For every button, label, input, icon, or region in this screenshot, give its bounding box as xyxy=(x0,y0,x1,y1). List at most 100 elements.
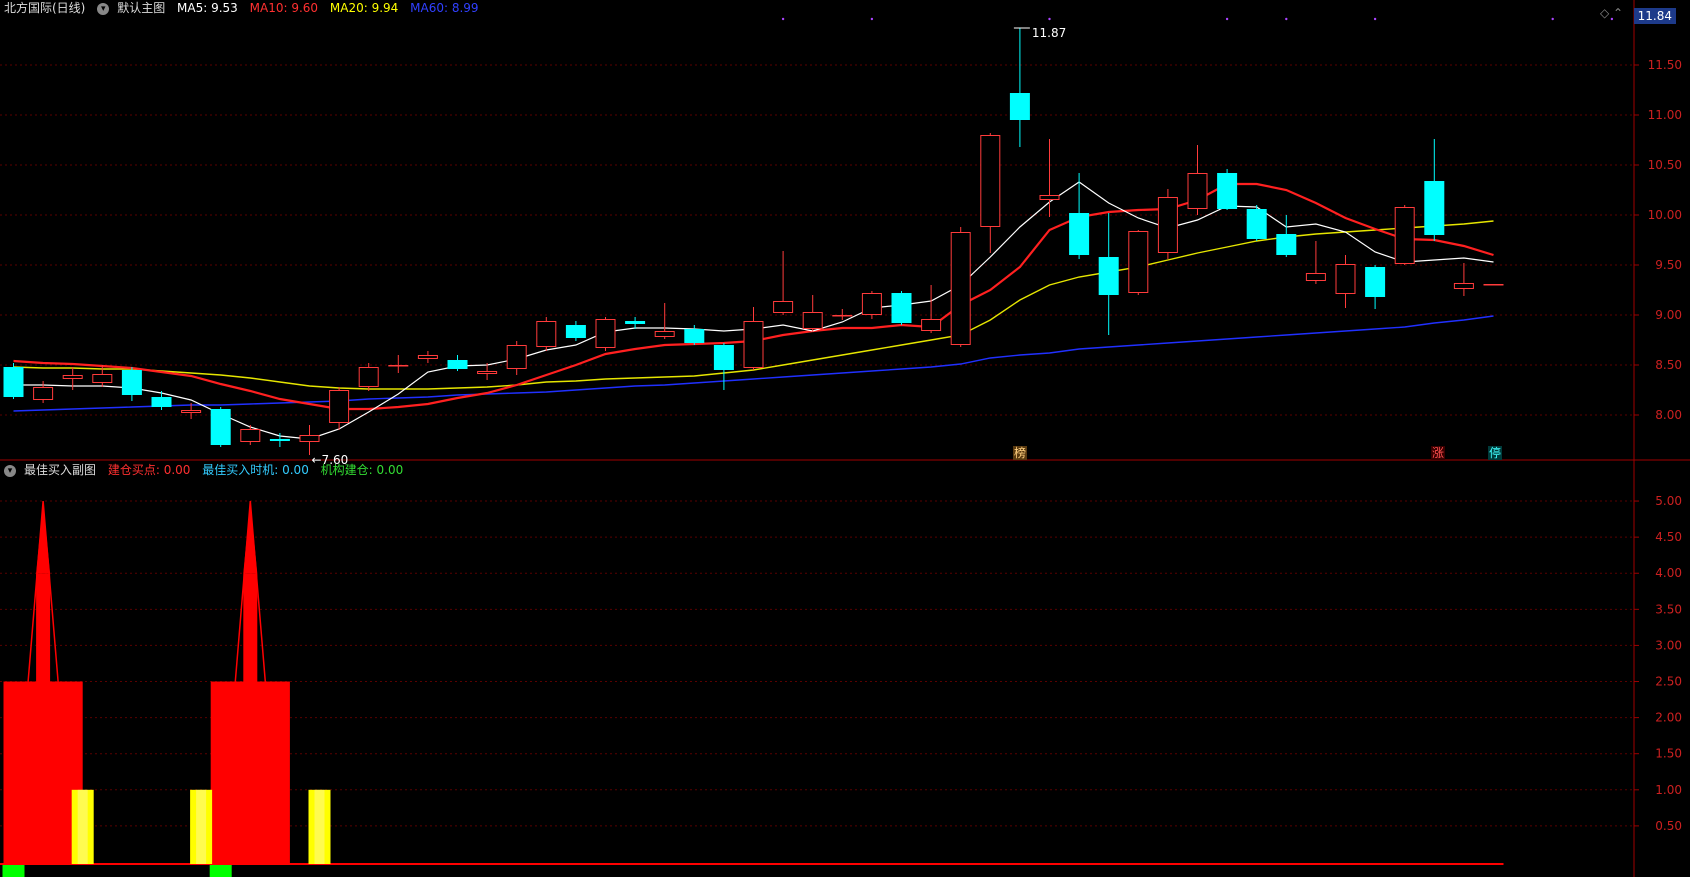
top-marker xyxy=(781,17,785,21)
candle-body xyxy=(1009,93,1030,120)
candle-body xyxy=(773,301,794,313)
candle-body xyxy=(92,374,113,383)
inst-build-bar xyxy=(2,865,25,877)
bang-tag[interactable]: 榜 xyxy=(1013,446,1028,460)
build-peak-bar xyxy=(243,573,258,864)
top-marker xyxy=(1048,17,1051,21)
sub-chart-header: ▾ 最佳买入副图 建仓买点: 0.00 最佳买入时机: 0.00 机构建仓: 0.… xyxy=(4,463,411,477)
best-time-label: 最佳买入时机: 0.00 xyxy=(202,463,309,477)
candle xyxy=(1157,189,1178,259)
stock-chart[interactable]: 11.50 11.00 10.50 10.00 9.50 9.00 8.50 8.00 5.00… xyxy=(0,0,1690,877)
candle-body xyxy=(743,321,764,368)
top-marker xyxy=(1373,17,1377,21)
candle xyxy=(1394,205,1415,265)
candle-body xyxy=(536,321,557,347)
candle xyxy=(358,363,379,391)
candle-body xyxy=(1187,173,1208,209)
candle-body xyxy=(151,397,172,407)
top-marker xyxy=(1225,17,1229,21)
candle-body xyxy=(299,435,320,442)
candle-body xyxy=(1098,257,1119,295)
candle-body xyxy=(329,390,350,423)
top-marker xyxy=(1285,17,1288,21)
candle-body xyxy=(358,367,379,387)
candle-body xyxy=(447,360,468,369)
sub-chart-title[interactable]: 最佳买入副图 xyxy=(24,463,96,477)
stock-title[interactable]: 北方国际(日线) xyxy=(4,1,85,15)
main-chart-label[interactable]: 默认主图 xyxy=(117,1,165,15)
indicator-tick-label: 5.00 xyxy=(1655,494,1682,508)
candle-body xyxy=(1069,213,1090,255)
price-tick-label: 9.00 xyxy=(1655,308,1682,322)
indicator-tick-label: 3.50 xyxy=(1655,602,1682,616)
candle-body xyxy=(861,293,882,315)
price-tick-label: 10.50 xyxy=(1648,158,1682,172)
candle-body xyxy=(1365,267,1386,297)
candle-body xyxy=(121,370,142,395)
indicator-tick-label: 2.00 xyxy=(1655,711,1682,725)
candle-body xyxy=(950,232,971,345)
ting-tag[interactable]: 停 xyxy=(1488,446,1503,460)
candle-body xyxy=(1157,197,1178,253)
candle-body xyxy=(477,371,498,374)
best-time-bar-highlight xyxy=(314,789,325,864)
candle xyxy=(3,363,24,399)
build-peak-bar xyxy=(36,573,51,864)
indicator-tick-label: 2.50 xyxy=(1655,675,1682,689)
indicator-tick-label: 1.50 xyxy=(1655,747,1682,761)
candle-body xyxy=(1217,173,1238,209)
candle-body xyxy=(1128,231,1149,293)
candle xyxy=(536,317,557,351)
best-time-bar-highlight xyxy=(196,789,207,864)
candle-body xyxy=(654,331,675,337)
candle-body xyxy=(33,387,54,400)
candle-body xyxy=(1453,283,1474,289)
candle-body xyxy=(684,329,705,343)
build-point-label: 建仓买点: 0.00 xyxy=(107,463,191,477)
top-marker xyxy=(1551,17,1554,21)
candle-body xyxy=(1246,209,1267,239)
indicator-tick-label: 1.00 xyxy=(1655,783,1682,797)
candle-body xyxy=(210,409,231,445)
candle xyxy=(950,227,971,347)
high-annotation: 11.87 xyxy=(1032,26,1066,40)
candle xyxy=(1246,205,1267,241)
candle-body xyxy=(832,315,853,317)
candle xyxy=(1483,284,1504,286)
chevron-down-icon[interactable]: ▾ xyxy=(97,2,110,15)
candle-body xyxy=(62,375,83,379)
candle-body xyxy=(240,429,261,442)
candle-body xyxy=(713,345,734,370)
candle-body xyxy=(565,325,586,338)
price-tick-label: 8.00 xyxy=(1655,408,1682,422)
candle-body xyxy=(595,319,616,348)
candle-body xyxy=(3,367,24,397)
ma20-label: MA20: 9.94 xyxy=(329,1,399,15)
main-chart-header: 北方国际(日线) ▾ 默认主图 MA5: 9.53 MA10: 9.60 MA20… xyxy=(4,1,487,15)
candle-body xyxy=(1276,234,1297,255)
candle-body xyxy=(417,355,438,359)
indicator-tick-label: 0.50 xyxy=(1655,819,1682,833)
candle-body xyxy=(506,345,527,369)
indicator-tick-label: 4.00 xyxy=(1655,566,1682,580)
candle xyxy=(1217,169,1238,210)
zhang-tag[interactable]: 涨 xyxy=(1431,446,1446,460)
candle-body xyxy=(269,439,290,441)
candle xyxy=(210,407,231,447)
price-tick-label: 9.50 xyxy=(1655,258,1682,272)
ma5-label: MA5: 9.53 xyxy=(177,1,238,15)
price-tick-label: 10.00 xyxy=(1648,208,1682,222)
best-time-bar-highlight xyxy=(77,789,88,864)
candle-body xyxy=(980,135,1001,227)
candle-body xyxy=(921,319,942,331)
candle-body xyxy=(1424,181,1445,235)
chevron-down-icon[interactable]: ▾ xyxy=(4,464,16,477)
candle-body xyxy=(891,293,912,323)
inst-build-bar xyxy=(209,865,232,877)
candle-body xyxy=(1335,264,1356,294)
price-tick-label: 11.50 xyxy=(1648,58,1682,72)
candle xyxy=(891,291,912,325)
ma10-label: MA10: 9.60 xyxy=(249,1,319,15)
candle-body xyxy=(1039,195,1060,200)
diamond-icon[interactable]: ◇ ⌃ xyxy=(1600,6,1623,20)
